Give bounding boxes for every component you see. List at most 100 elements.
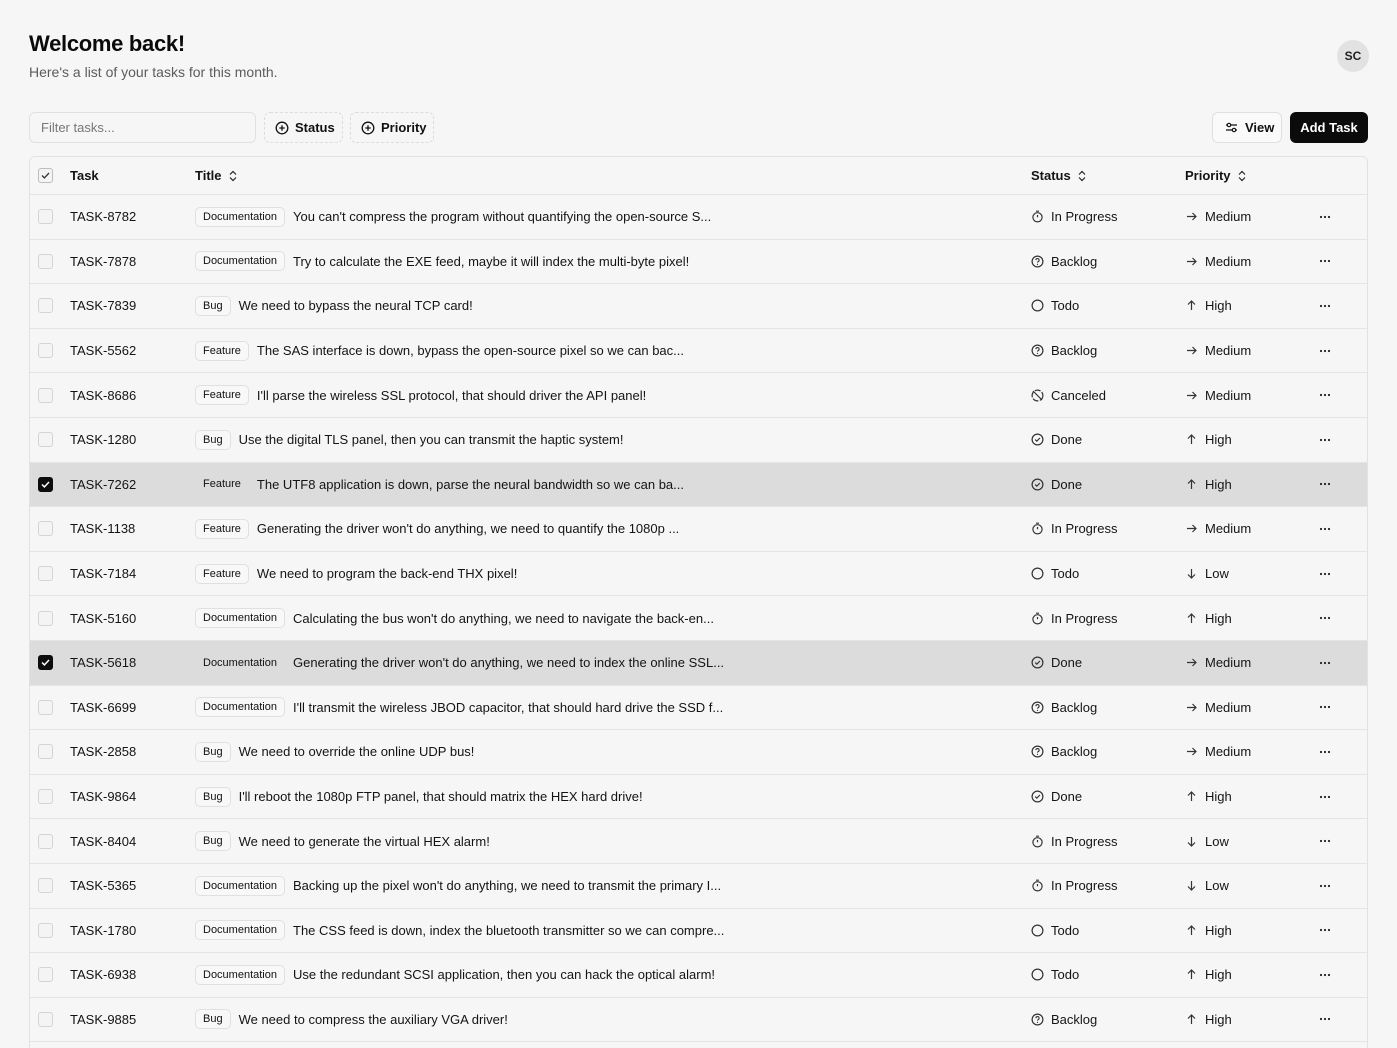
task-status: Done (1051, 476, 1083, 492)
row-actions-button[interactable] (1318, 507, 1332, 551)
task-priority: High (1205, 922, 1232, 938)
table-row[interactable]: TASK-1138 Feature Generating the driver … (30, 507, 1367, 552)
circle-icon (1031, 299, 1044, 312)
row-checkbox[interactable] (38, 566, 53, 582)
row-actions-button[interactable] (1318, 373, 1332, 417)
priority-filter-button[interactable]: Priority (350, 112, 434, 143)
task-priority: Medium (1205, 387, 1252, 403)
row-actions-button[interactable] (1318, 329, 1332, 373)
row-actions-button[interactable] (1318, 730, 1332, 774)
check-circle-icon (1031, 433, 1044, 446)
table-row[interactable]: TASK-8686 Feature I'll parse the wireles… (30, 373, 1367, 418)
status-filter-button[interactable]: Status (264, 112, 343, 143)
table-row[interactable]: TASK-8782 Documentation You can't compre… (30, 195, 1367, 240)
table-row[interactable]: TASK-9885 Bug We need to compress the au… (30, 998, 1367, 1043)
column-priority[interactable]: Priority (1185, 157, 1247, 194)
row-checkbox[interactable] (38, 789, 53, 805)
task-title: We need to compress the auxiliary VGA dr… (238, 1011, 508, 1027)
task-id: TASK-9864 (70, 789, 137, 805)
column-title[interactable]: Title (195, 157, 1007, 194)
column-status[interactable]: Status (1031, 157, 1087, 194)
row-checkbox[interactable] (38, 253, 53, 269)
label-badge: Bug (195, 429, 231, 450)
view-button[interactable]: View (1212, 112, 1282, 143)
table-row[interactable]: TASK-7878 Documentation Try to calculate… (30, 240, 1367, 285)
task-id: TASK-7184 (70, 566, 137, 582)
row-actions-button[interactable] (1318, 864, 1332, 908)
timer-icon (1031, 879, 1044, 892)
row-actions-button[interactable] (1318, 909, 1332, 953)
arrow-up-icon (1185, 478, 1198, 491)
row-actions-button[interactable] (1318, 418, 1332, 462)
arrow-up-icon (1185, 612, 1198, 625)
table-row[interactable]: TASK-8404 Bug We need to generate the vi… (30, 819, 1367, 864)
task-status: Backlog (1051, 253, 1098, 269)
row-actions-button[interactable] (1318, 552, 1332, 596)
table-row[interactable]: TASK-9864 Bug I'll reboot the 1080p FTP … (30, 775, 1367, 820)
row-checkbox[interactable] (38, 476, 53, 492)
task-id: TASK-5562 (70, 343, 137, 359)
plus-circle-icon (361, 121, 375, 135)
more-horizontal-icon (1318, 254, 1332, 268)
row-checkbox[interactable] (38, 967, 53, 983)
task-title: You can't compress the program without q… (293, 209, 712, 225)
task-priority: Medium (1205, 744, 1252, 760)
table-row[interactable]: TASK-5160 Documentation Calculating the … (30, 596, 1367, 641)
label-badge: Feature (195, 563, 249, 584)
table-row[interactable]: TASK-5365 Documentation Backing up the p… (30, 864, 1367, 909)
row-actions-button[interactable] (1318, 686, 1332, 730)
row-actions-button[interactable] (1318, 195, 1332, 239)
row-actions-button[interactable] (1318, 819, 1332, 863)
timer-icon (1031, 210, 1044, 223)
row-checkbox[interactable] (38, 387, 53, 403)
row-checkbox[interactable] (38, 744, 53, 760)
table-row[interactable]: TASK-5618 Documentation Generating the d… (30, 640, 1367, 686)
row-checkbox[interactable] (38, 610, 53, 626)
add-task-button[interactable]: Add Task (1290, 112, 1368, 143)
row-actions-button[interactable] (1318, 463, 1332, 507)
task-title: Try to calculate the EXE feed, maybe it … (293, 253, 690, 269)
row-checkbox[interactable] (38, 833, 53, 849)
row-actions-button[interactable] (1318, 641, 1332, 685)
row-actions-button[interactable] (1318, 240, 1332, 284)
row-checkbox[interactable] (38, 699, 53, 715)
row-actions-button[interactable] (1318, 998, 1332, 1042)
table-row[interactable]: TASK-5562 Feature The SAS interface is d… (30, 329, 1367, 374)
task-id: TASK-7878 (70, 253, 137, 269)
task-status: In Progress (1051, 878, 1118, 894)
row-checkbox[interactable] (38, 922, 53, 938)
table-row[interactable]: TASK-1280 Bug Use the digital TLS panel,… (30, 418, 1367, 463)
row-actions-button[interactable] (1318, 953, 1332, 997)
row-checkbox[interactable] (38, 521, 53, 537)
row-checkbox[interactable] (38, 298, 53, 314)
row-actions-button[interactable] (1318, 596, 1332, 640)
row-actions-button[interactable] (1318, 284, 1332, 328)
task-title: I'll parse the wireless SSL protocol, th… (256, 387, 647, 403)
task-id: TASK-6699 (70, 699, 137, 715)
select-all-checkbox[interactable] (38, 168, 53, 183)
table-row[interactable]: TASK-7184 Feature We need to program the… (30, 552, 1367, 597)
row-checkbox[interactable] (38, 878, 53, 894)
help-circle-icon (1031, 701, 1044, 714)
row-checkbox[interactable] (38, 1011, 53, 1027)
task-title: Backing up the pixel won't do anything, … (293, 878, 722, 894)
row-checkbox[interactable] (38, 343, 53, 359)
task-title: Generating the driver won't do anything,… (256, 521, 680, 537)
sort-icon (228, 170, 238, 182)
toolbar: Status Priority View Add Task (29, 112, 1368, 143)
table-row[interactable]: TASK-1780 Documentation The CSS feed is … (30, 909, 1367, 954)
table-row[interactable]: TASK-6938 Documentation Use the redundan… (30, 953, 1367, 998)
label-badge: Feature (195, 518, 249, 539)
avatar[interactable]: SC (1337, 40, 1369, 72)
table-row[interactable]: TASK-7839 Bug We need to bypass the neur… (30, 284, 1367, 329)
row-checkbox[interactable] (38, 432, 53, 448)
timer-icon (1031, 835, 1044, 848)
row-checkbox[interactable] (38, 655, 53, 671)
row-checkbox[interactable] (38, 209, 53, 225)
filter-input[interactable] (29, 112, 256, 143)
row-actions-button[interactable] (1318, 775, 1332, 819)
table-row[interactable]: TASK-2858 Bug We need to override the on… (30, 730, 1367, 775)
table-row[interactable]: TASK-6699 Documentation I'll transmit th… (30, 686, 1367, 731)
arrow-up-icon (1185, 299, 1198, 312)
table-row[interactable]: TASK-7262 Feature The UTF8 application i… (30, 462, 1367, 508)
